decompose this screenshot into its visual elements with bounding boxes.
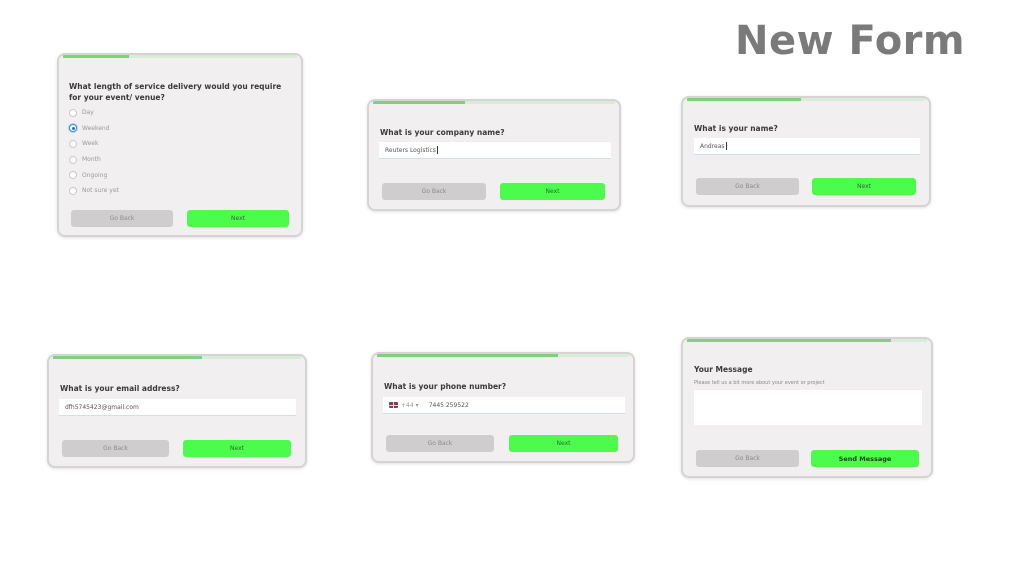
go-back-button[interactable]: Go Back: [696, 178, 799, 195]
progress-fill: [63, 55, 129, 58]
progress-fill: [687, 98, 802, 101]
company-name-input[interactable]: Reuters Logistics: [379, 142, 611, 159]
message-form: Your Message Please tell us a bit more a…: [681, 337, 933, 478]
question-label: Your Message: [694, 365, 753, 374]
radio-label: Not sure yet: [82, 187, 119, 195]
radio-label: Weekend: [82, 124, 110, 132]
phone-input[interactable]: +44 ▾ 7445 259522: [383, 397, 625, 414]
hint-text: Please tell us a bit more about your eve…: [694, 380, 825, 386]
radio-option-weekend[interactable]: Weekend: [69, 121, 119, 137]
send-message-button[interactable]: Send Message: [811, 450, 919, 467]
next-button[interactable]: Next: [509, 435, 618, 452]
progress-fill: [53, 356, 202, 359]
radio-option-not-sure[interactable]: Not sure yet: [69, 183, 119, 199]
progress-bar: [687, 98, 925, 101]
radio-group: Day Weekend Week Month Ongoing Not sure …: [69, 105, 119, 199]
next-button[interactable]: Next: [812, 178, 916, 195]
next-button[interactable]: Next: [500, 183, 605, 200]
progress-bar: [377, 354, 629, 357]
go-back-button[interactable]: Go Back: [386, 435, 494, 452]
question-label: What length of service delivery would yo…: [69, 82, 282, 102]
radio-option-month[interactable]: Month: [69, 152, 119, 168]
input-value: dfh5745423@gmail.com: [65, 403, 139, 411]
next-button[interactable]: Next: [183, 440, 291, 457]
question-label: What is your name?: [694, 124, 778, 133]
page-title: New Form: [735, 18, 966, 64]
progress-bar: [53, 356, 301, 359]
input-value: Andreas: [700, 142, 725, 150]
question-label: What is your phone number?: [384, 382, 507, 391]
name-input[interactable]: Andreas: [694, 138, 920, 155]
email-form: What is your email address? dfh5745423@g…: [47, 354, 307, 468]
radio-option-ongoing[interactable]: Ongoing: [69, 167, 119, 183]
radio-option-week[interactable]: Week: [69, 136, 119, 152]
progress-bar: [63, 55, 297, 58]
input-value: Reuters Logistics: [385, 146, 436, 154]
name-form: What is your name? Andreas Go Back Next: [681, 96, 931, 207]
phone-form: What is your phone number? +44 ▾ 7445 25…: [371, 352, 635, 463]
company-name-form: What is your company name? Reuters Logis…: [367, 99, 621, 211]
radio-option-day[interactable]: Day: [69, 105, 119, 121]
question-label: What is your email address?: [60, 384, 180, 393]
radio-label: Month: [82, 156, 101, 164]
country-code-select[interactable]: +44 ▾: [389, 402, 419, 409]
next-button[interactable]: Next: [187, 210, 289, 227]
go-back-button[interactable]: Go Back: [71, 210, 173, 227]
radio-label: Day: [82, 109, 94, 117]
radio-button[interactable]: [69, 171, 77, 180]
country-code: +44: [401, 401, 414, 409]
chevron-down-icon: ▾: [415, 401, 419, 409]
go-back-button[interactable]: Go Back: [696, 450, 799, 467]
question-label: What is your company name?: [380, 128, 505, 137]
progress-bar: [373, 101, 615, 104]
go-back-button[interactable]: Go Back: [62, 440, 169, 457]
text-cursor: [436, 146, 438, 154]
radio-button[interactable]: [69, 124, 77, 133]
service-length-form: What length of service delivery would yo…: [57, 53, 303, 237]
progress-bar: [687, 339, 927, 342]
email-input[interactable]: dfh5745423@gmail.com: [59, 399, 296, 416]
go-back-button[interactable]: Go Back: [382, 183, 486, 200]
radio-button[interactable]: [69, 155, 77, 164]
uk-flag-icon: [389, 402, 398, 408]
radio-button[interactable]: [69, 186, 77, 195]
text-cursor: [725, 142, 727, 150]
radio-label: Ongoing: [82, 171, 108, 179]
progress-fill: [377, 354, 559, 357]
radio-button[interactable]: [69, 108, 77, 117]
input-value: 7445 259522: [428, 401, 469, 409]
progress-fill: [687, 339, 891, 342]
radio-button[interactable]: [69, 139, 77, 148]
message-textarea[interactable]: [694, 390, 922, 425]
radio-label: Week: [82, 140, 99, 148]
progress-fill: [373, 101, 465, 104]
